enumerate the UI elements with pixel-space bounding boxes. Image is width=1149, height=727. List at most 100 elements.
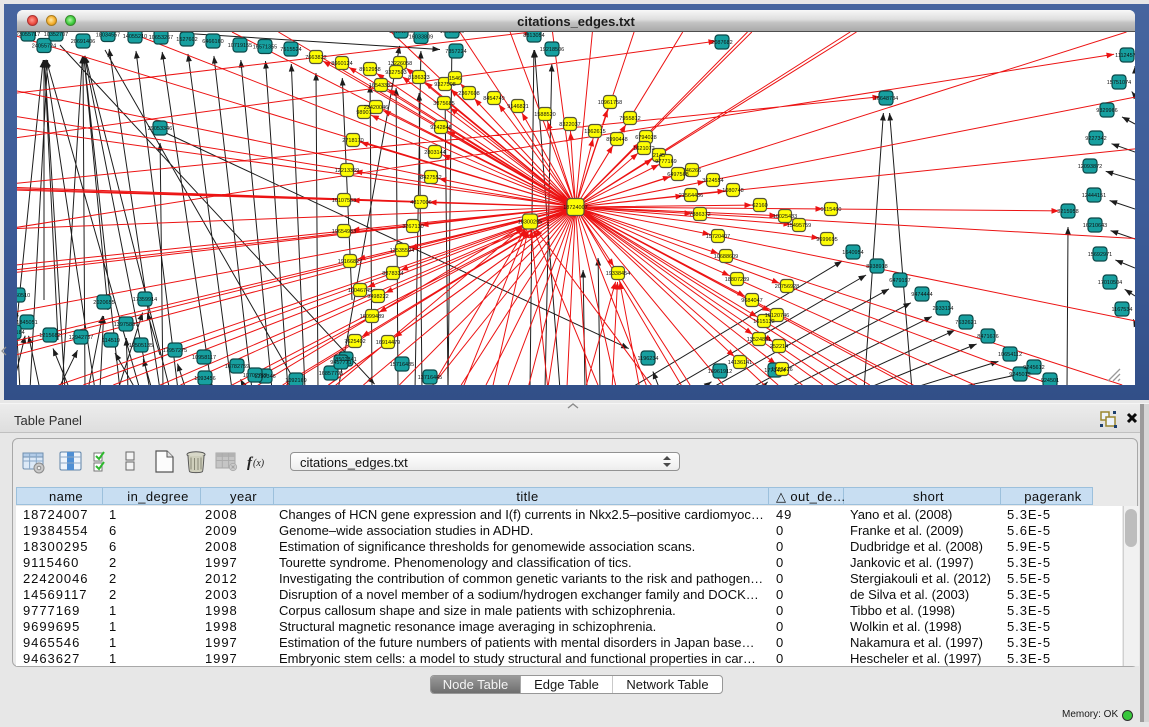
svg-text:12213369: 12213369: [335, 168, 359, 174]
svg-text:12093872: 12093872: [1078, 164, 1102, 170]
svg-text:17359914: 17359914: [133, 297, 157, 303]
svg-text:19338454: 19338454: [606, 271, 630, 277]
svg-text:4817006: 4817006: [410, 200, 431, 206]
svg-text:16033809: 16033809: [409, 35, 433, 41]
svg-text:16543382: 16543382: [369, 83, 393, 89]
svg-text:18034557: 18034557: [96, 33, 120, 39]
svg-text:(x): (x): [253, 458, 265, 469]
svg-text:252214: 252214: [770, 344, 788, 350]
svg-text:12505135: 12505135: [129, 343, 153, 349]
svg-text:16099489: 16099489: [360, 314, 384, 320]
svg-text:3215958: 3215958: [1057, 209, 1078, 215]
svg-text:16782759: 16782759: [225, 364, 249, 370]
svg-text:1588520: 1588520: [534, 112, 555, 118]
svg-text:9227342: 9227342: [1085, 136, 1106, 142]
svg-text:1640954: 1640954: [842, 250, 863, 256]
svg-text:10958117: 10958117: [192, 355, 216, 361]
svg-text:2020655: 2020655: [93, 300, 114, 306]
svg-text:1845051: 1845051: [17, 320, 38, 326]
svg-text:1615132: 1615132: [753, 319, 774, 325]
svg-text:29053346: 29053346: [148, 126, 172, 132]
svg-text:2087682: 2087682: [711, 40, 732, 46]
svg-text:11124571: 11124571: [1115, 53, 1135, 59]
svg-text:8186323: 8186323: [408, 75, 429, 81]
svg-text:8427552: 8427552: [420, 175, 441, 181]
svg-text:3875685: 3875685: [433, 101, 454, 107]
svg-text:2803144: 2803144: [424, 150, 445, 156]
svg-text:1093456: 1093456: [194, 376, 215, 382]
svg-text:9245612: 9245612: [1023, 365, 1044, 371]
svg-text:9115460: 9115460: [820, 207, 841, 213]
svg-text:7357224: 7357224: [445, 49, 466, 55]
svg-text:6497568: 6497568: [667, 172, 688, 178]
svg-text:16210643: 16210643: [1083, 223, 1107, 229]
svg-text:24055724: 24055724: [32, 44, 56, 50]
svg-text:12942737: 12942737: [69, 335, 93, 341]
svg-text:10352707: 10352707: [44, 32, 68, 38]
svg-text:9457771: 9457771: [330, 360, 351, 366]
svg-text:1196234: 1196234: [637, 356, 658, 362]
svg-text:7663822: 7663822: [305, 55, 326, 61]
svg-text:10025433: 10025433: [773, 214, 797, 220]
svg-text:3624554: 3624554: [702, 178, 723, 184]
svg-text:1080748: 1080748: [722, 188, 743, 194]
svg-text:9684047: 9684047: [741, 298, 762, 304]
svg-text:9699695: 9699695: [816, 237, 837, 243]
svg-text:8912958: 8912958: [359, 67, 380, 73]
svg-text:16571355: 16571355: [253, 45, 277, 51]
svg-text:10688609: 10688609: [714, 254, 738, 260]
svg-text:1362615: 1362615: [584, 129, 605, 135]
svg-text:10107553: 10107553: [332, 198, 356, 204]
svg-text:8322037: 8322037: [559, 122, 580, 128]
svg-text:924501: 924501: [1041, 378, 1059, 384]
svg-text:14136141: 14136141: [728, 360, 752, 366]
svg-text:98901: 98901: [356, 110, 371, 116]
svg-text:2718170: 2718170: [342, 138, 363, 144]
svg-text:8813054: 8813054: [523, 33, 544, 39]
svg-text:8938918: 8938918: [866, 264, 887, 270]
svg-text:14055210: 14055210: [123, 34, 147, 40]
svg-text:15751074: 15751074: [1107, 80, 1131, 86]
svg-text:8878334: 8878334: [382, 271, 403, 277]
svg-text:3915184: 3915184: [17, 330, 25, 336]
svg-text:1092169: 1092169: [285, 378, 306, 384]
svg-text:16033810: 16033810: [440, 32, 464, 35]
svg-text:13226058: 13226058: [388, 61, 412, 67]
svg-text:17957275: 17957275: [163, 348, 187, 354]
svg-text:9146821: 9146821: [507, 104, 528, 110]
svg-text:16857795: 16857795: [319, 371, 343, 377]
svg-text:9327508: 9327508: [434, 82, 455, 88]
svg-text:7955812: 7955812: [619, 116, 640, 122]
svg-text:19654983: 19654983: [332, 229, 356, 235]
svg-text:1167534: 1167534: [1111, 307, 1132, 313]
svg-text:6466160: 6466160: [202, 39, 223, 45]
svg-text:9329966: 9329966: [1096, 108, 1117, 114]
svg-text:10653267: 10653267: [149, 35, 173, 41]
svg-text:16648784: 16648784: [874, 96, 898, 102]
svg-text:12444151: 12444151: [1082, 193, 1106, 199]
svg-text:6794028: 6794028: [635, 135, 656, 141]
svg-text:2933114: 2933114: [932, 306, 953, 312]
svg-text:13716445: 13716445: [418, 375, 442, 381]
svg-text:9777169: 9777169: [655, 159, 676, 165]
svg-text:8660124: 8660124: [331, 61, 352, 67]
svg-text:15716485: 15716485: [390, 362, 414, 368]
svg-text:15692971: 15692971: [1088, 252, 1112, 258]
svg-text:114519: 114519: [102, 338, 120, 344]
svg-text:15495759: 15495759: [787, 223, 811, 229]
svg-text:9245012: 9245012: [1009, 372, 1030, 378]
svg-text:1621072: 1621072: [633, 146, 654, 152]
svg-text:6479197: 6479197: [889, 278, 910, 284]
svg-text:2367608: 2367608: [458, 91, 479, 97]
svg-text:8471676: 8471676: [977, 334, 998, 340]
svg-text:9474444: 9474444: [911, 292, 932, 298]
svg-text:3267130: 3267130: [402, 224, 423, 230]
svg-text:20756928: 20756928: [775, 284, 799, 290]
svg-text:10702759: 10702759: [243, 373, 267, 379]
svg-text:10961758: 10961758: [598, 100, 622, 106]
svg-text:19218506: 19218506: [540, 47, 564, 53]
svg-text:18807289: 18807289: [725, 277, 749, 283]
svg-text:8990448: 8990448: [606, 137, 627, 143]
svg-text:13524851: 13524851: [747, 337, 771, 343]
svg-text:62160: 62160: [752, 203, 767, 209]
